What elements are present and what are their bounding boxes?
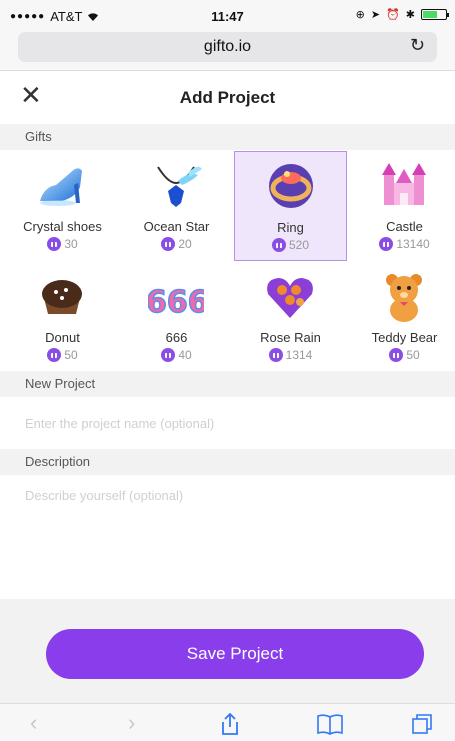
reload-icon[interactable]: ↻ <box>410 35 425 56</box>
gift-castle[interactable]: Castle 13140 <box>348 151 455 261</box>
gift-price: 20 <box>120 237 233 251</box>
gift-name: Teddy Bear <box>371 330 438 345</box>
bluetooth-icon: ✱ <box>405 9 415 21</box>
gift-rose-rain[interactable]: Rose Rain 1314 <box>234 262 347 372</box>
tabs-icon[interactable] <box>410 712 434 736</box>
description-row <box>0 473 455 517</box>
gift-name: Crystal shoes <box>23 219 102 234</box>
gift-name: Rose Rain <box>260 330 321 345</box>
ring-icon <box>269 164 313 208</box>
footer-area: Save Project <box>0 599 455 703</box>
gift-price-value: 50 <box>64 348 78 362</box>
gift-price: 1314 <box>234 348 347 362</box>
gift-coin-icon <box>47 348 62 362</box>
gift-price-value: 50 <box>406 348 420 362</box>
gift-price: 50 <box>348 348 455 362</box>
gift-coin-icon <box>271 238 286 252</box>
gift-price-value: 13140 <box>396 237 430 251</box>
project-name-input[interactable] <box>25 411 430 435</box>
share-icon[interactable] <box>218 712 242 736</box>
forward-icon[interactable]: › <box>128 710 135 736</box>
gift-name: Castle <box>386 219 423 234</box>
page-header: ✕ Add Project <box>0 71 455 123</box>
svg-text:666: 666 <box>148 285 204 320</box>
save-project-button[interactable]: Save Project <box>46 629 424 679</box>
gift-donut[interactable]: Donut 50 <box>6 262 119 372</box>
gift-price-value: 1314 <box>285 348 313 362</box>
gift-666[interactable]: 666 666 40 <box>120 262 233 372</box>
project-name-row <box>0 401 455 445</box>
gift-price-value: 30 <box>64 237 78 251</box>
teddy-bear-icon <box>386 274 422 322</box>
alarm-icon: ⏰ <box>386 9 400 21</box>
gift-name: Donut <box>45 330 80 345</box>
gift-price-value: 40 <box>178 348 192 362</box>
description-input[interactable] <box>25 483 430 507</box>
gift-coin-icon <box>161 237 176 251</box>
gift-coin-icon <box>161 348 176 362</box>
gift-price: 30 <box>6 237 119 251</box>
description-label: Description <box>0 449 455 475</box>
location-icon: ➤ <box>370 9 381 21</box>
browser-chrome: ●●●●● AT&T 11:47 ⊕ ➤ ⏰ ✱ gifto.io ↻ <box>0 0 455 71</box>
gift-teddy-bear[interactable]: Teddy Bear 50 <box>348 262 455 372</box>
ocean-star-icon <box>157 166 202 207</box>
gift-name: 666 <box>165 330 188 345</box>
gift-crystal-shoes[interactable]: Crystal shoes 30 <box>6 151 119 261</box>
gift-price: 50 <box>6 348 119 362</box>
donut-icon <box>42 280 82 314</box>
rose-heart-icon <box>267 278 313 318</box>
gift-price: 13140 <box>348 237 455 251</box>
gift-name: Ocean Star <box>143 219 210 234</box>
gifts-section-label: Gifts <box>0 124 455 150</box>
gift-price: 40 <box>120 348 233 362</box>
gift-name: Ring <box>277 220 304 235</box>
gift-price-value: 20 <box>178 237 192 251</box>
url-bar[interactable]: gifto.io ↻ <box>18 32 437 62</box>
gift-ring[interactable]: Ring 520 <box>234 151 347 261</box>
gift-price: 520 <box>235 238 346 252</box>
lock-rotation-icon: ⊕ <box>355 9 365 21</box>
status-icons: ⊕ ➤ ⏰ ✱ <box>355 8 449 21</box>
gift-coin-icon <box>47 237 62 251</box>
castle-icon <box>382 163 426 205</box>
gift-coin-icon <box>379 237 394 251</box>
back-icon[interactable]: ‹ <box>30 710 37 736</box>
crystal-shoe-icon <box>40 168 82 206</box>
battery-icon <box>421 9 449 20</box>
gift-price-value: 520 <box>288 238 310 252</box>
page-title: Add Project <box>179 88 276 107</box>
gift-coin-icon <box>389 348 404 362</box>
bookmarks-icon[interactable] <box>316 713 344 735</box>
browser-toolbar: ‹ › <box>0 703 455 741</box>
new-project-label: New Project <box>0 371 455 397</box>
gift-coin-icon <box>268 348 283 362</box>
status-bar: ●●●●● AT&T 11:47 ⊕ ➤ ⏰ ✱ <box>0 0 455 30</box>
url-text[interactable]: gifto.io <box>18 38 437 56</box>
gift-ocean-star[interactable]: Ocean Star 20 <box>120 151 233 261</box>
six-six-six-icon: 666 <box>148 284 204 321</box>
